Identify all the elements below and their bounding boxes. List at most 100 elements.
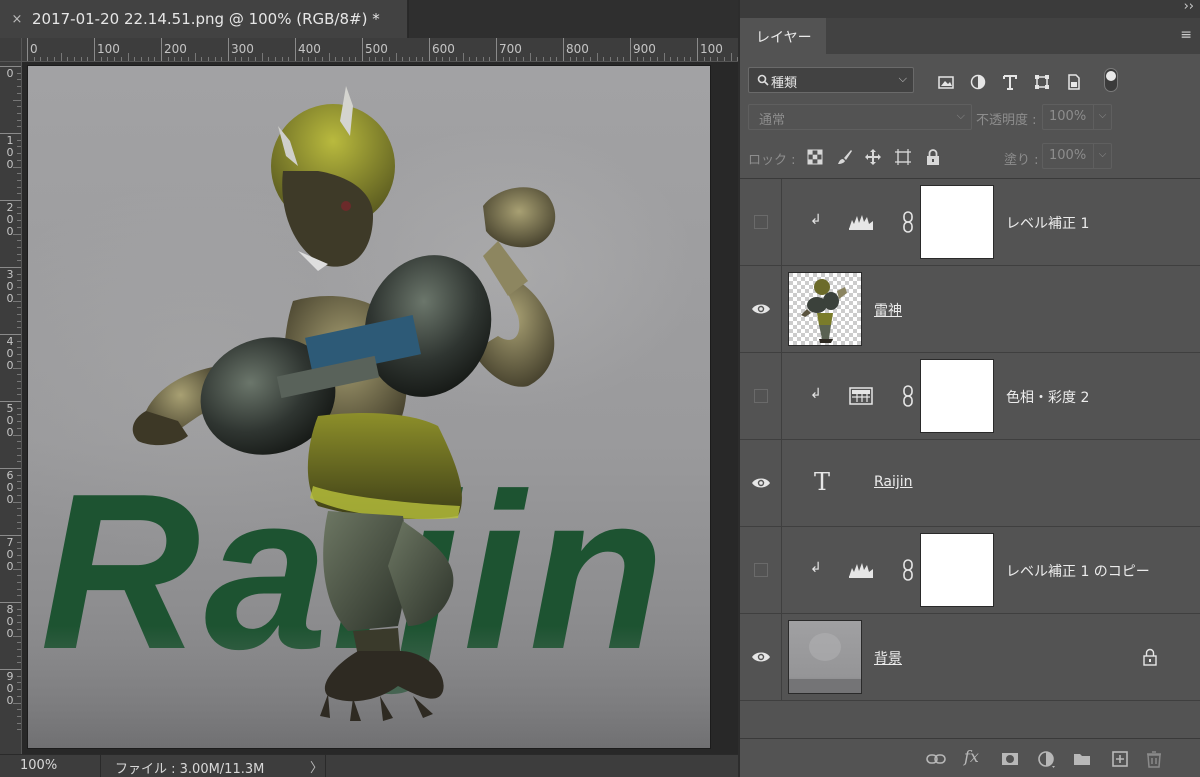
layer-name[interactable]: レベル補正 1 [1006,213,1089,233]
type-filter-icon[interactable] [1000,72,1020,92]
ruler-minor-tick [17,588,21,590]
layer-mask-thumbnail[interactable] [920,185,994,259]
layer-thumbnail[interactable] [788,620,862,694]
panel-menu-icon[interactable]: ≡ [1180,27,1192,43]
clipping-mask-icon: ↲ [810,386,822,402]
collapse-panel-icon[interactable]: ›› [1184,0,1194,14]
layer-row-levels-1-copy[interactable]: ↲ レベル補正 1 のコピー [740,527,1200,614]
lock-all-icon[interactable] [924,148,942,166]
ruler-minor-tick [13,367,21,369]
ruler-minor-tick [676,57,678,61]
opacity-field[interactable]: 100% ⌵ [1042,104,1112,130]
ruler-minor-tick [663,53,665,61]
ruler-minor-tick [17,548,21,550]
ruler-minor-tick [17,273,21,275]
vertical-ruler[interactable]: 01 0 02 0 03 0 04 0 05 0 06 0 07 0 08 0 … [0,62,22,754]
layer-mask-thumbnail[interactable] [920,533,994,607]
ruler-minor-tick [167,57,169,61]
mask-link-chain-icon[interactable] [902,559,914,581]
levels-adjustment-icon [849,215,873,230]
trash-icon[interactable] [1144,749,1164,769]
ruler-label: 500 [365,42,388,56]
lock-transparent-pixels-icon[interactable] [806,148,824,166]
visibility-toggle[interactable] [740,614,782,700]
add-mask-icon[interactable] [1000,749,1020,769]
close-tab-icon[interactable]: × [8,12,26,27]
layer-thumbnail[interactable] [788,272,862,346]
lock-position-icon[interactable] [864,148,882,166]
smart-object-filter-icon[interactable] [1064,72,1084,92]
chevron-down-icon[interactable]: ⌵ [1093,105,1111,129]
background-thumbnail-image [789,621,861,693]
layer-row-hue-saturation-2[interactable]: ↲ 色相・彩度 2 [740,353,1200,440]
visibility-toggle[interactable] [740,266,782,352]
ruler-minor-tick [17,313,21,315]
layer-mask-thumbnail[interactable] [920,359,994,433]
ruler-minor-tick [234,57,236,61]
layer-name[interactable]: 色相・彩度 2 [1006,387,1089,407]
new-layer-icon[interactable] [1110,749,1130,769]
tab-layers[interactable]: レイヤー [740,18,826,54]
ruler-minor-tick [723,57,725,61]
visibility-toggle[interactable] [740,179,782,265]
image-filter-icon[interactable] [936,72,956,92]
layer-row-raijin-type[interactable]: T Raijin [740,440,1200,527]
ruler-minor-tick [522,57,524,61]
ruler-minor-tick [529,53,531,61]
ruler-minor-tick [17,240,21,242]
layer-kind-filter[interactable]: 種類 ⌵ [748,67,914,93]
mask-link-chain-icon[interactable] [902,211,914,233]
ruler-minor-tick [17,193,21,195]
layer-row-background[interactable]: 背景 [740,614,1200,701]
lock-artboard-icon[interactable] [894,148,912,166]
ruler-minor-tick [643,57,645,61]
link-layers-icon[interactable] [926,749,946,769]
shape-filter-icon[interactable] [1032,72,1052,92]
status-menu-arrow-icon[interactable]: 〉 [310,757,323,776]
chevron-down-icon[interactable]: ⌵ [1093,144,1111,168]
ruler-minor-tick [368,57,370,61]
ruler-minor-tick [17,126,21,128]
filter-toggle-switch[interactable] [1104,68,1118,92]
horizontal-ruler[interactable]: 0 100 200 300 400 500 600 700 800 900 100 [22,38,738,62]
zoom-level[interactable]: 100% [20,758,57,773]
layer-row-levels-1[interactable]: ↲ レベル補正 1 [740,179,1200,266]
mask-link-chain-icon[interactable] [902,385,914,407]
layer-row-raijin-pixel[interactable]: 雷神 [740,266,1200,353]
ruler-minor-tick [17,481,21,483]
visibility-toggle[interactable] [740,527,782,613]
filter-kind-label: 種類 [771,76,798,91]
layers-panel-toolbar: fx [740,738,1200,777]
layer-name[interactable]: 背景 [874,648,902,668]
new-adjustment-icon[interactable] [1036,749,1056,769]
blend-mode-select[interactable]: 通常 ⌵ [748,104,972,130]
ruler-minor-tick [17,521,21,523]
ruler-minor-tick [17,146,21,148]
document-title: 2017-01-20 22.14.51.png @ 100% (RGB/8#) … [32,10,380,28]
ruler-minor-tick [609,57,611,61]
clipping-mask-icon: ↲ [810,212,822,228]
lock-image-pixels-icon[interactable] [836,148,854,166]
layer-name[interactable]: 雷神 [874,300,902,320]
ruler-minor-tick [17,220,21,222]
ruler-minor-tick [17,689,21,691]
ruler-origin[interactable] [0,38,22,62]
ruler-minor-tick [335,57,337,61]
document-tab[interactable]: × 2017-01-20 22.14.51.png @ 100% (RGB/8#… [0,0,408,38]
visibility-toggle[interactable] [740,440,782,526]
adjustment-filter-icon[interactable] [968,72,988,92]
blend-mode-value: 通常 [759,113,786,128]
ruler-minor-tick [583,57,585,61]
fx-icon[interactable]: fx [964,747,984,767]
image-canvas[interactable]: Raijin [27,65,711,749]
ruler-minor-tick [201,57,203,61]
eye-icon [752,304,770,314]
new-group-icon[interactable] [1072,749,1092,769]
visibility-toggle[interactable] [740,353,782,439]
ruler-minor-tick [53,57,55,61]
layer-name[interactable]: レベル補正 1 のコピー [1006,561,1150,581]
ruler-minor-tick [17,106,21,108]
layer-name[interactable]: Raijin [874,474,913,490]
fill-field[interactable]: 100% ⌵ [1042,143,1112,169]
ruler-minor-tick [469,57,471,61]
